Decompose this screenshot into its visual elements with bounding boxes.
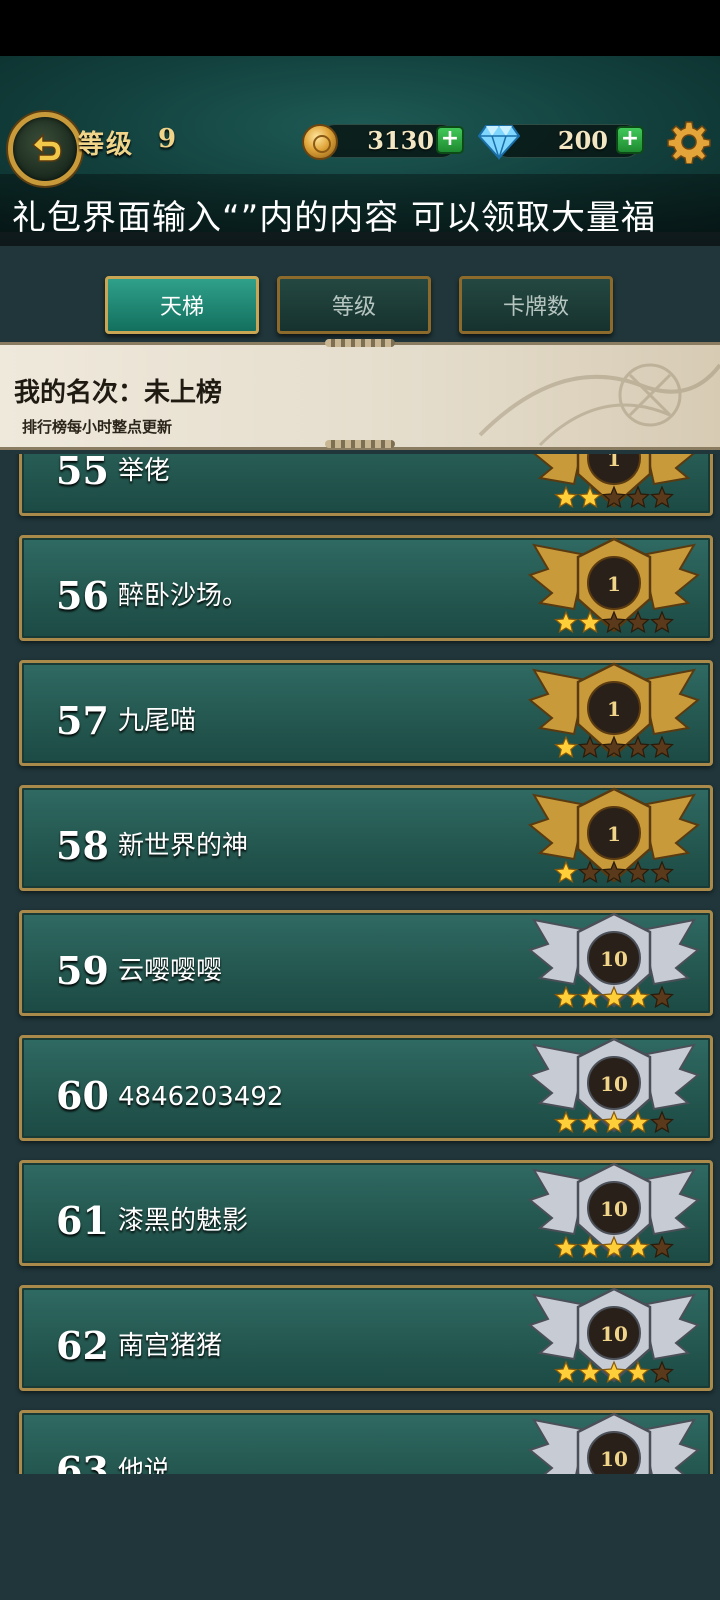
leaderboard-row[interactable]: 55 举佬 1 <box>19 454 713 516</box>
gear-icon[interactable] <box>667 120 711 164</box>
star-filled-icon <box>554 1235 578 1259</box>
silver-rank-badge-icon: 10 <box>527 912 701 1009</box>
coin-value: 3130 <box>367 126 434 155</box>
status-bar <box>0 0 720 56</box>
player-name: 4846203492 <box>118 1082 284 1112</box>
gem-value: 200 <box>557 126 608 155</box>
leaderboard-row[interactable]: 58 新世界的神 1 <box>19 785 713 891</box>
leaderboard-row[interactable]: 57 九尾喵 1 <box>19 660 713 766</box>
level-value: 9 <box>158 124 177 154</box>
player-name: 云嘤嘤嘤 <box>118 956 223 986</box>
star-empty-icon <box>650 485 674 509</box>
silver-rank-badge-icon: 10 <box>527 1412 701 1474</box>
star-empty-icon <box>650 860 674 884</box>
player-name: 漆黑的魅影 <box>118 1206 249 1236</box>
level-label: 等级 <box>78 130 135 160</box>
my-rank-title: 我的名次：未上榜 <box>14 378 223 408</box>
app-root: 等级 9 3130 + 200 + 礼包界面输入“”内的内容 可以领取大量福 天… <box>0 0 720 1600</box>
silver-rank-badge-icon: 10 <box>527 1037 701 1134</box>
panel-top-knob <box>325 339 395 347</box>
player-name: 九尾喵 <box>118 706 197 736</box>
player-name: 他说 <box>118 1456 171 1474</box>
leaderboard-row[interactable]: 61 漆黑的魅影 10 <box>19 1160 713 1266</box>
star-filled-icon <box>554 985 578 1009</box>
add-coins-button[interactable]: + <box>436 126 464 154</box>
player-rank: 55 <box>56 454 109 493</box>
coin-icon <box>302 124 338 160</box>
badge-level: 10 <box>600 947 628 971</box>
star-filled-icon <box>554 735 578 759</box>
badge-level: 10 <box>600 1072 628 1096</box>
leaderboard-row[interactable]: 59 云嘤嘤嘤 10 <box>19 910 713 1016</box>
badge-level: 1 <box>607 822 621 846</box>
leaderboard-row[interactable]: 63 他说 10 <box>19 1410 713 1474</box>
star-empty-icon <box>650 985 674 1009</box>
star-filled-icon <box>554 860 578 884</box>
gold-rank-badge-icon: 1 <box>533 454 695 509</box>
bottom-area <box>0 1474 720 1600</box>
player-name: 南宫猪猪 <box>118 1331 223 1361</box>
silver-rank-badge-icon: 10 <box>527 1162 701 1259</box>
player-name: 新世界的神 <box>118 831 249 861</box>
star-filled-icon <box>554 1110 578 1134</box>
player-rank: 60 <box>56 1073 109 1118</box>
tab-ladder[interactable]: 天梯 <box>105 276 259 334</box>
badge-level: 10 <box>600 1197 628 1221</box>
gold-rank-badge-icon: 1 <box>527 662 701 759</box>
player-name: 举佬 <box>118 456 171 486</box>
player-rank: 56 <box>56 573 109 618</box>
player-rank: 63 <box>56 1448 109 1474</box>
star-empty-icon <box>650 610 674 634</box>
add-gems-button[interactable]: + <box>616 126 644 154</box>
gold-rank-badge-icon: 1 <box>527 787 701 884</box>
leaderboard-list[interactable]: 55 举佬 1 56 醉卧沙场。 1 57 九尾喵 1 58 新世界的神 1 59 云嘤嘤嘤 10 60 484… <box>0 454 720 1474</box>
leaderboard-row[interactable]: 56 醉卧沙场。 1 <box>19 535 713 641</box>
leaderboard-row[interactable]: 60 4846203492 10 <box>19 1035 713 1141</box>
panel-bottom-knob <box>325 440 395 448</box>
rank-update-note: 排行榜每小时整点更新 <box>22 418 173 436</box>
star-empty-icon <box>650 1110 674 1134</box>
panel-ornament <box>478 363 720 447</box>
star-empty-icon <box>650 735 674 759</box>
badge-level: 1 <box>607 697 621 721</box>
tab-card-count[interactable]: 卡牌数 <box>459 276 613 334</box>
badge-level: 10 <box>600 1447 628 1471</box>
leaderboard-row[interactable]: 62 南宫猪猪 10 <box>19 1285 713 1391</box>
player-rank: 61 <box>56 1198 109 1243</box>
player-rank: 57 <box>56 698 109 743</box>
tab-level[interactable]: 等级 <box>277 276 431 334</box>
star-filled-icon <box>554 1360 578 1384</box>
diamond-icon <box>478 125 520 160</box>
star-filled-icon <box>554 485 578 509</box>
player-rank: 58 <box>56 823 109 868</box>
announcement-ticker: 礼包界面输入“”内的内容 可以领取大量福 <box>12 198 657 238</box>
silver-rank-badge-icon: 10 <box>527 1287 701 1384</box>
player-rank: 62 <box>56 1323 109 1368</box>
badge-level: 1 <box>607 454 621 471</box>
badge-level: 1 <box>607 572 621 596</box>
back-arrow-icon <box>31 133 62 162</box>
player-rank: 59 <box>56 948 109 993</box>
star-empty-icon <box>650 1235 674 1259</box>
star-empty-icon <box>650 1360 674 1384</box>
gold-rank-badge-icon: 1 <box>527 537 701 634</box>
player-name: 醉卧沙场。 <box>118 581 249 611</box>
badge-level: 10 <box>600 1322 628 1346</box>
star-filled-icon <box>554 610 578 634</box>
back-button[interactable] <box>8 112 82 186</box>
